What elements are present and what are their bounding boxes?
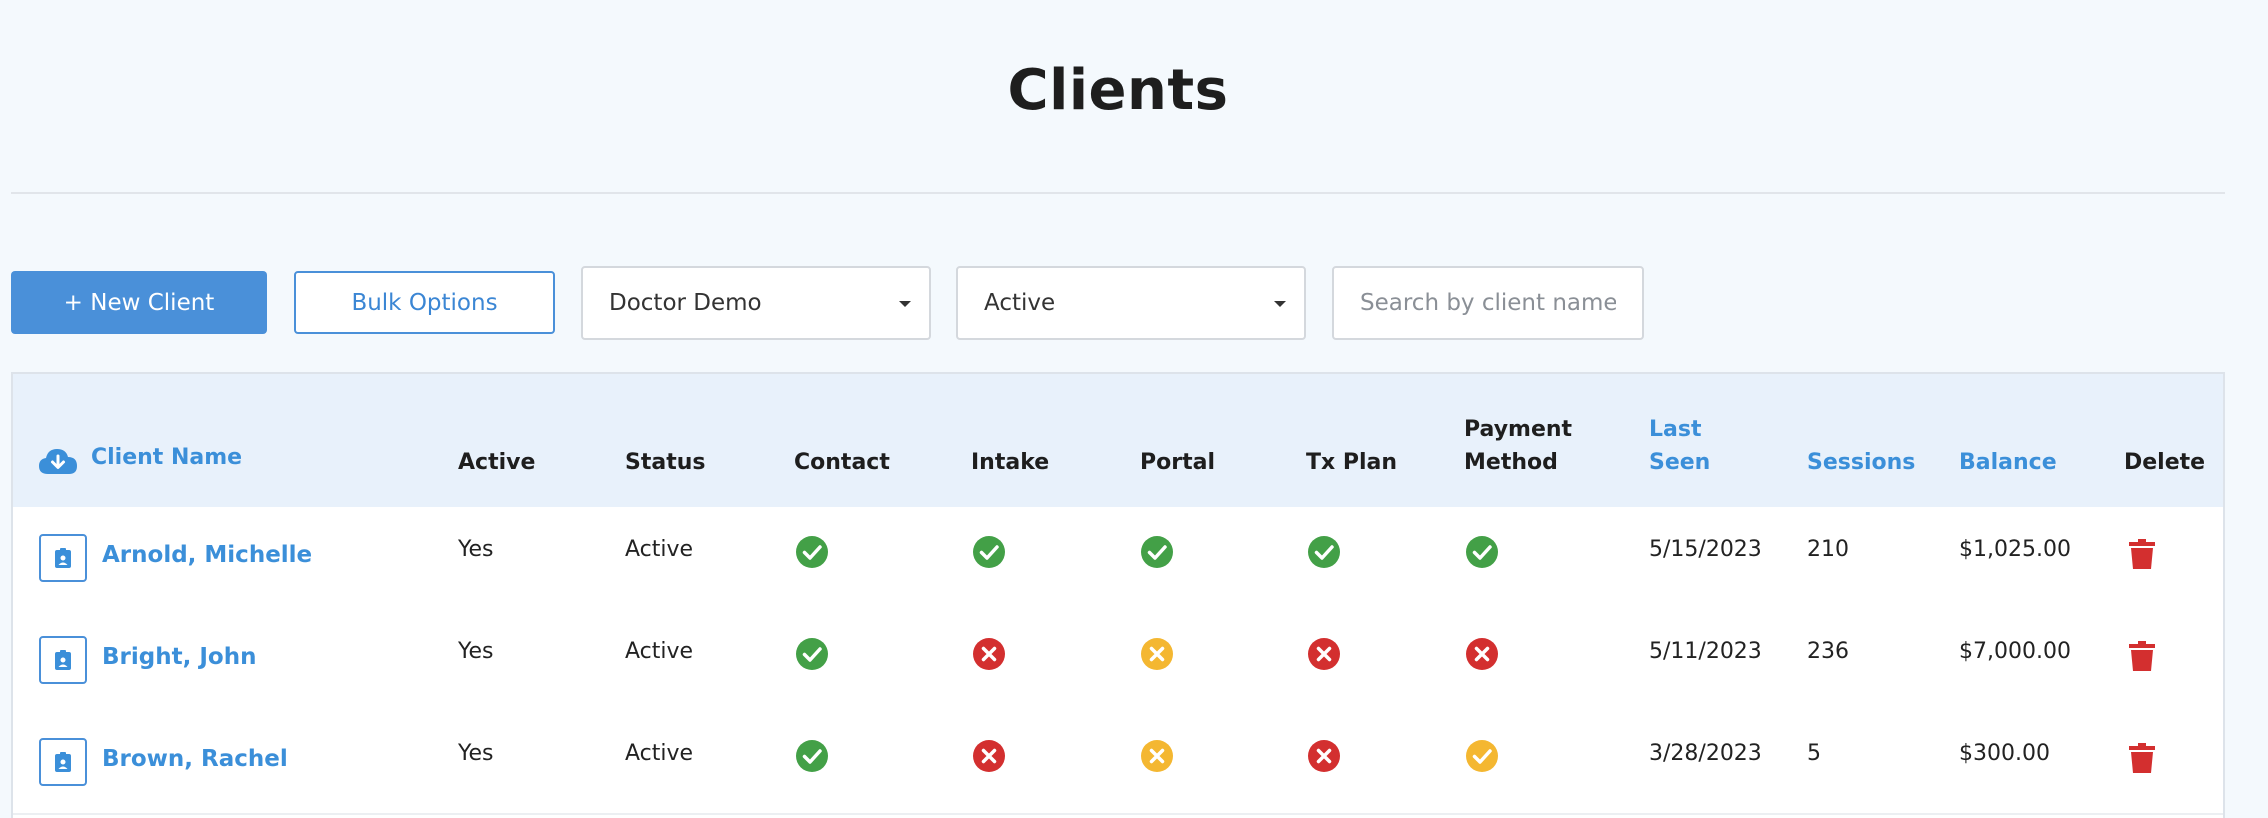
cell-status: Active (625, 537, 694, 562)
check-circle-icon (973, 536, 1005, 568)
header-contact: Contact (794, 450, 890, 475)
caret-down-icon (1274, 301, 1286, 307)
new-client-button[interactable]: + New Client (11, 271, 267, 334)
header-tx-plan: Tx Plan (1306, 450, 1398, 475)
status-select-value: Active (984, 290, 1056, 316)
client-record-button[interactable] (39, 738, 87, 786)
table-header: Client Name Active Status Contact Intake… (13, 374, 2223, 507)
page-title: Clients (1007, 58, 1229, 123)
header-last-seen-line2: Seen (1649, 450, 1711, 475)
cell-sessions: 5 (1807, 741, 1821, 766)
table-row: Arnold, Michelle Yes Active 5/15/2023 21… (13, 507, 2223, 611)
client-name-link[interactable]: Brown, Rachel (102, 746, 288, 772)
header-payment-method-line1: Payment (1464, 417, 1573, 442)
cell-sessions: 236 (1807, 639, 1849, 664)
title-divider (11, 192, 2225, 194)
header-payment-method-line2: Method (1464, 450, 1558, 475)
x-circle-icon (973, 638, 1005, 670)
check-circle-icon (1466, 536, 1498, 568)
id-badge-icon (55, 752, 71, 772)
bulk-options-button[interactable]: Bulk Options (294, 271, 555, 334)
cell-last-seen: 5/11/2023 (1649, 639, 1762, 664)
header-status: Status (625, 450, 706, 475)
header-last-seen[interactable]: Last Seen (1649, 413, 1710, 479)
check-circle-icon (796, 536, 828, 568)
header-balance[interactable]: Balance (1959, 446, 2057, 479)
trash-icon[interactable] (2129, 539, 2155, 569)
x-circle-icon (1466, 638, 1498, 670)
warning-x-circle-icon (1141, 740, 1173, 772)
header-client-name[interactable]: Client Name (91, 441, 242, 474)
cell-active: Yes (458, 639, 494, 664)
client-search-input[interactable] (1332, 266, 1644, 340)
status-select[interactable]: Active (956, 266, 1306, 340)
client-record-button[interactable] (39, 636, 87, 684)
cell-status: Active (625, 639, 694, 664)
warning-x-circle-icon (1141, 638, 1173, 670)
x-circle-icon (973, 740, 1005, 772)
caret-down-icon (899, 301, 911, 307)
client-name-link[interactable]: Arnold, Michelle (102, 542, 312, 568)
header-portal: Portal (1140, 450, 1215, 475)
cloud-download-icon[interactable] (38, 446, 78, 476)
check-circle-icon (1141, 536, 1173, 568)
doctor-select[interactable]: Doctor Demo (581, 266, 931, 340)
cell-active: Yes (458, 741, 494, 766)
check-circle-icon (1308, 536, 1340, 568)
trash-icon[interactable] (2129, 743, 2155, 773)
cell-status: Active (625, 741, 694, 766)
cell-sessions: 210 (1807, 537, 1849, 562)
x-circle-icon (1308, 740, 1340, 772)
clients-table: Client Name Active Status Contact Intake… (11, 372, 2225, 818)
warning-check-circle-icon (1466, 740, 1498, 772)
cell-last-seen: 3/28/2023 (1649, 741, 1762, 766)
header-intake: Intake (971, 450, 1050, 475)
cell-active: Yes (458, 537, 494, 562)
header-active: Active (458, 450, 536, 475)
header-last-seen-line1: Last (1649, 417, 1702, 442)
header-payment-method: Payment Method (1464, 413, 1572, 479)
cell-balance: $300.00 (1959, 741, 2050, 766)
check-circle-icon (796, 740, 828, 772)
x-circle-icon (1308, 638, 1340, 670)
table-row: Bright, John Yes Active 5/11/2023 236 $7… (13, 609, 2223, 713)
cell-balance: $1,025.00 (1959, 537, 2071, 562)
trash-icon[interactable] (2129, 641, 2155, 671)
id-badge-icon (55, 548, 71, 568)
header-delete: Delete (2124, 450, 2206, 475)
client-record-button[interactable] (39, 534, 87, 582)
cell-balance: $7,000.00 (1959, 639, 2071, 664)
check-circle-icon (796, 638, 828, 670)
table-row: Brown, Rachel Yes Active 3/28/2023 5 $30… (13, 711, 2223, 815)
header-sessions[interactable]: Sessions (1807, 446, 1915, 479)
cell-last-seen: 5/15/2023 (1649, 537, 1762, 562)
doctor-select-value: Doctor Demo (609, 290, 762, 316)
client-name-link[interactable]: Bright, John (102, 644, 256, 670)
id-badge-icon (55, 650, 71, 670)
